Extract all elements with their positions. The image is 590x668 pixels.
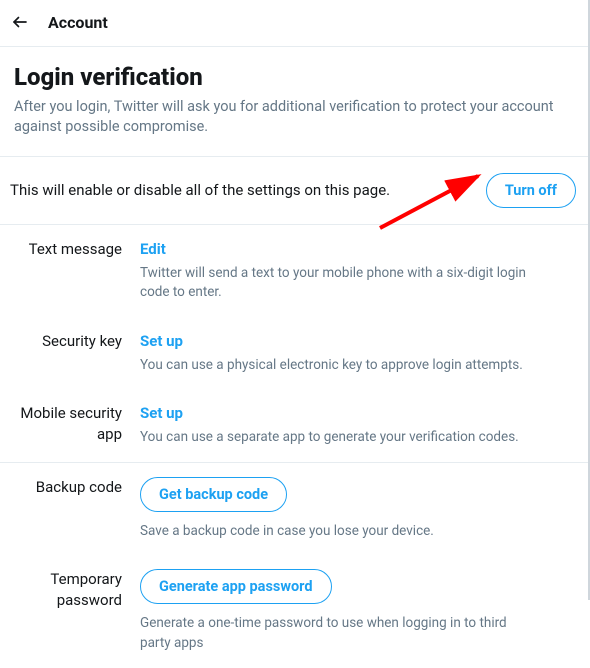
method-label: Backup code [10,477,140,542]
method-label: Security key [10,331,140,376]
method-label: Temporary password [10,569,140,653]
page-description: After you login, Twitter will ask you fo… [14,97,576,138]
toggle-description: This will enable or disable all of the s… [10,181,390,199]
method-description: Generate a one-time password to use when… [140,614,540,653]
method-label: Text message [10,239,140,303]
page-title: Login verification [14,63,576,91]
method-row-text-message: Text message Edit Twitter will send a te… [0,225,590,317]
get-backup-code-button[interactable]: Get backup code [140,477,287,512]
method-body: Set up You can use a separate app to gen… [140,403,576,448]
back-arrow-icon[interactable] [10,12,30,32]
backup-list: Backup code Get backup code Save a backu… [0,463,590,668]
toggle-row: This will enable or disable all of the s… [0,157,590,224]
topbar: Account [0,0,590,46]
method-description: You can use a physical electronic key to… [140,356,540,376]
method-row-temporary-password: Temporary password Generate app password… [0,555,590,667]
method-row-backup-code: Backup code Get backup code Save a backu… [0,463,590,556]
topbar-title: Account [48,13,108,32]
method-description: Twitter will send a text to your mobile … [140,264,540,303]
method-row-security-key: Security key Set up You can use a physic… [0,317,590,390]
turn-off-button[interactable]: Turn off [486,173,576,208]
generate-app-password-button[interactable]: Generate app password [140,569,332,604]
method-description: Save a backup code in case you lose your… [140,522,540,542]
method-row-mobile-security-app: Mobile security app Set up You can use a… [0,389,590,462]
method-body: Generate app password Generate a one-tim… [140,569,576,653]
edit-link[interactable]: Edit [140,240,166,258]
header-section: Login verification After you login, Twit… [0,47,590,156]
method-description: You can use a separate app to generate y… [140,428,540,448]
setup-link[interactable]: Set up [140,404,183,422]
methods-list: Text message Edit Twitter will send a te… [0,225,590,462]
method-body: Edit Twitter will send a text to your mo… [140,239,576,303]
method-body: Set up You can use a physical electronic… [140,331,576,376]
method-label: Mobile security app [10,403,140,448]
method-body: Get backup code Save a backup code in ca… [140,477,576,542]
setup-link[interactable]: Set up [140,332,183,350]
